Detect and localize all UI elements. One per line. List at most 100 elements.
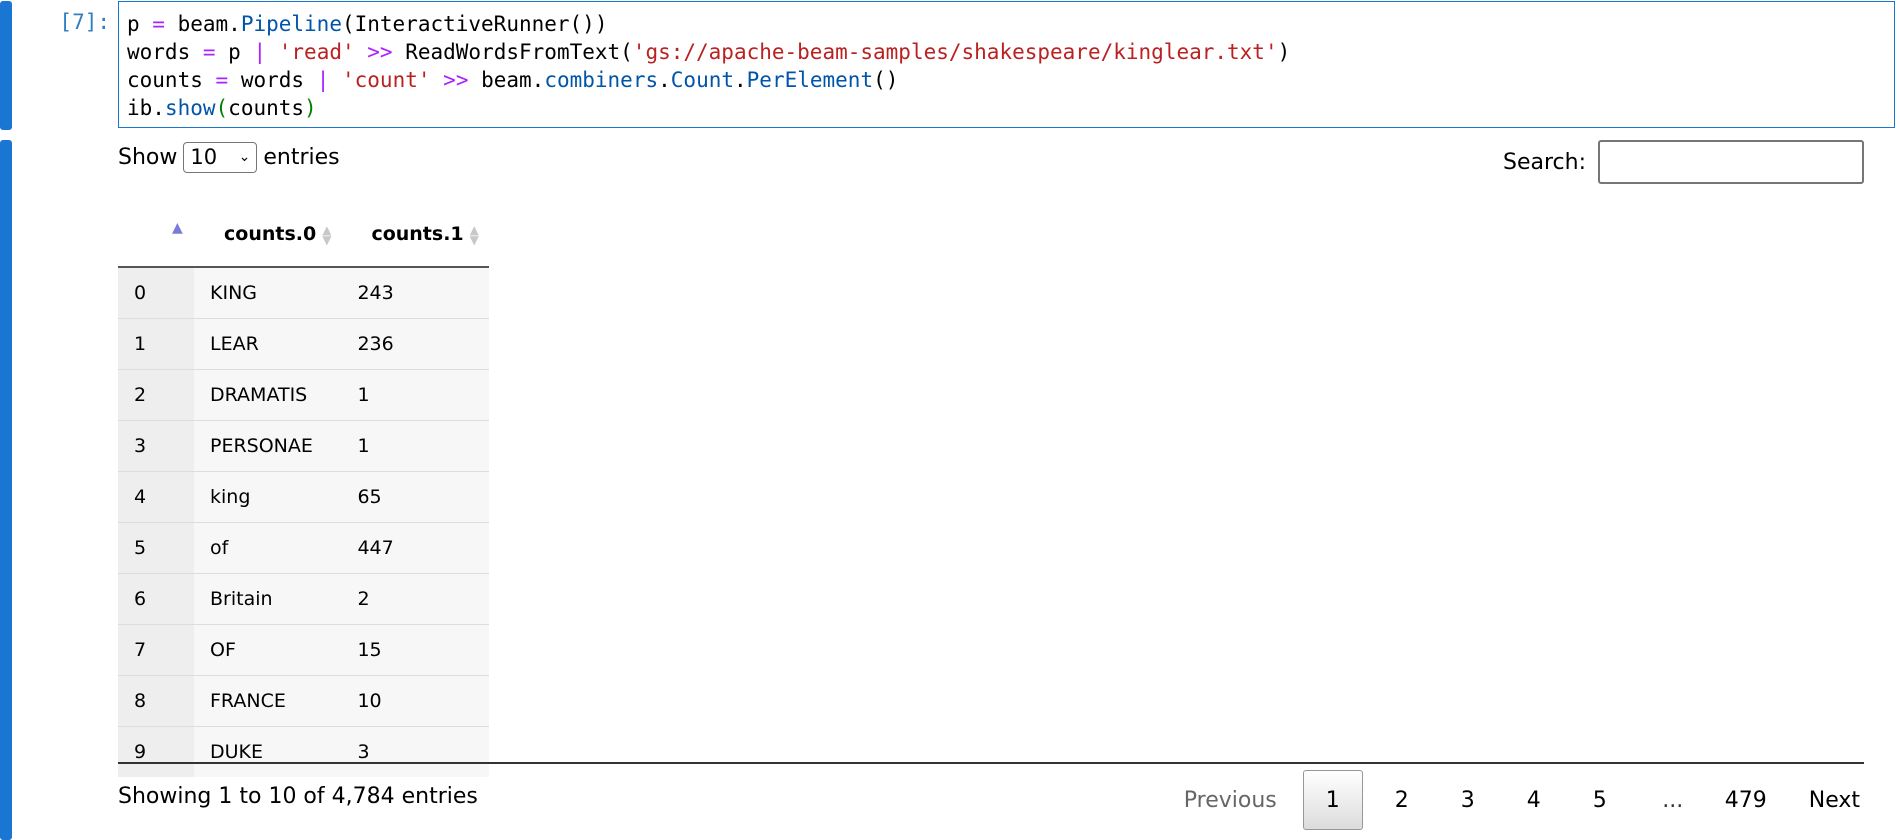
row-index-cell: 9 (118, 726, 194, 777)
code-token: () (873, 68, 899, 92)
chevron-down-icon: ⌄ (238, 149, 251, 165)
code-token: Count (670, 68, 734, 92)
code-token: = (152, 12, 165, 36)
sort-ascending-icon: ▲ (172, 220, 183, 236)
counts-0-cell: DRAMATIS (194, 369, 342, 421)
code-token: Pipeline (240, 12, 342, 36)
code-token: >> (367, 40, 393, 64)
output-collapse-bar[interactable] (0, 140, 12, 840)
page-length-value: 10 (190, 145, 218, 169)
code-line: ib.show(counts) (127, 94, 1886, 122)
counts-0-cell: Britain (194, 573, 342, 625)
code-token: | (253, 40, 267, 64)
counts-1-cell: 447 (341, 522, 489, 574)
row-index-cell: 1 (118, 318, 194, 370)
code-line: p = beam.Pipeline(InteractiveRunner()) (127, 10, 1886, 38)
code-token: ) (1277, 40, 1291, 64)
counts-1-cell: 1 (341, 369, 489, 421)
code-token: counts (228, 96, 305, 120)
code-token: p (215, 40, 254, 64)
page-button[interactable]: 2 (1372, 770, 1432, 830)
table-row: 3 PERSONAE 1 (118, 420, 489, 472)
table-row: 5 of 447 (118, 522, 489, 574)
code-token: ( (215, 96, 229, 120)
counts-0-cell: DUKE (194, 726, 342, 777)
code-token: = (215, 68, 229, 92)
counts-1-cell: 65 (341, 471, 489, 523)
page-button[interactable]: 5 (1570, 770, 1630, 830)
code-token: ReadWordsFromText( (392, 40, 633, 64)
counts-1-cell: 15 (341, 624, 489, 676)
counts-1-cell: 243 (341, 267, 489, 319)
column-header-counts-1[interactable]: counts.1 ▲ ▼ (341, 202, 489, 268)
code-token: 'read' (278, 40, 355, 64)
column-header-label: counts.0 (224, 223, 317, 245)
row-index-cell: 0 (118, 267, 194, 319)
counts-1-cell: 236 (341, 318, 489, 370)
table-row: 2 DRAMATIS 1 (118, 369, 489, 421)
code-token: . (658, 68, 671, 92)
page-button[interactable]: 4 (1504, 770, 1564, 830)
page-button-current[interactable]: 1 (1302, 770, 1363, 830)
row-index-cell: 6 (118, 573, 194, 625)
code-token: | (316, 68, 330, 92)
table-info: Showing 1 to 10 of 4,784 entries (118, 784, 478, 809)
table-row: 1 LEAR 236 (118, 318, 489, 370)
counts-0-cell: LEAR (194, 318, 342, 370)
code-token: 'gs://apache-beam-samples/shakespeare/ki… (632, 40, 1278, 64)
cell-output: Show 10 ⌄ entries Search: ▲ counts.0 ▲ ▼ c… (118, 140, 1864, 834)
code-token: words (127, 40, 203, 64)
code-token: (InteractiveRunner()) (341, 12, 608, 36)
pagination: Previous 1 2 3 4 5 ... 479 Next (1184, 770, 1864, 830)
code-line: words = p | 'read' >> ReadWordsFromText(… (127, 38, 1886, 66)
code-token: beam. (164, 12, 241, 36)
pagination-ellipsis: ... (1662, 787, 1684, 813)
code-token: combiners (544, 68, 659, 92)
counts-0-cell: OF (194, 624, 342, 676)
execution-count-prompt: [7]: (59, 10, 110, 34)
counts-1-cell: 3 (341, 726, 489, 777)
code-token: beam. (468, 68, 545, 92)
previous-page-button[interactable]: Previous (1184, 770, 1303, 830)
code-token: PerElement (746, 68, 874, 92)
counts-1-cell: 2 (341, 573, 489, 625)
row-index-cell: 8 (118, 675, 194, 727)
page-button-last[interactable]: 479 (1716, 770, 1776, 830)
code-token: show (164, 96, 216, 120)
table-row: 7 OF 15 (118, 624, 489, 676)
search-control: Search: (1503, 140, 1864, 184)
table-row: 8 FRANCE 10 (118, 675, 489, 727)
page-length-control: Show 10 ⌄ entries (118, 140, 340, 174)
show-label: Show (118, 144, 178, 170)
page-button[interactable]: 3 (1438, 770, 1498, 830)
table-body: 0 KING 243 1 LEAR 236 2 DRAMATIS 1 3 PERSONAE 1 4 kin… (118, 267, 489, 777)
code-line: counts = words | 'count' >> beam.combine… (127, 66, 1886, 94)
code-token: ) (304, 96, 317, 120)
counts-1-cell: 10 (341, 675, 489, 727)
counts-0-cell: KING (194, 267, 342, 319)
code-editor[interactable]: p = beam.Pipeline(InteractiveRunner()) wo… (118, 1, 1895, 128)
table-header-row: ▲ counts.0 ▲ ▼ counts.1 ▲ ▼ (118, 202, 489, 268)
code-token: >> (443, 68, 469, 92)
row-index-cell: 3 (118, 420, 194, 472)
cell-selection-bar[interactable] (0, 1, 12, 130)
counts-0-cell: of (194, 522, 342, 574)
sort-icon: ▲ ▼ (469, 222, 479, 247)
row-index-cell: 7 (118, 624, 194, 676)
table-row: 0 KING 243 (118, 267, 489, 319)
data-table: ▲ counts.0 ▲ ▼ counts.1 ▲ ▼ 0 KING 243 1 LEAR 236… (118, 202, 489, 777)
row-index-cell: 4 (118, 471, 194, 523)
column-header-counts-0[interactable]: counts.0 ▲ ▼ (194, 202, 342, 268)
table-row: 6 Britain 2 (118, 573, 489, 625)
code-token: ib. (127, 96, 165, 120)
table-row: 4 king 65 (118, 471, 489, 523)
index-column-header[interactable]: ▲ (118, 202, 194, 268)
column-header-label: counts.1 (371, 223, 464, 245)
next-page-button[interactable]: Next (1779, 770, 1864, 830)
page-length-select[interactable]: 10 ⌄ (183, 141, 258, 173)
search-input[interactable] (1598, 140, 1864, 184)
